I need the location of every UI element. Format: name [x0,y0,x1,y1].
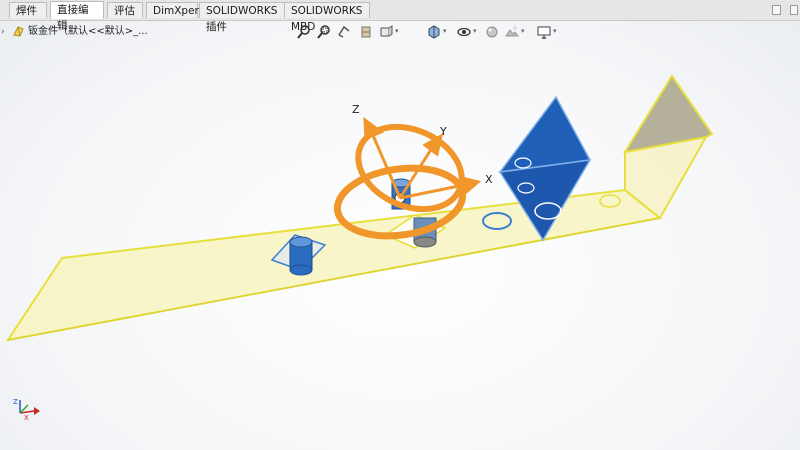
command-manager-tabs: 焊件 直接编辑 评估 DimXpert SOLIDWORKS 插件 SOLIDW… [0,0,800,33]
edit-appearance-icon[interactable] [483,22,501,42]
zoom-to-fit-icon[interactable] [295,22,313,42]
triad-y-label: Y [439,125,447,138]
previous-view-icon[interactable] [335,22,353,42]
zoom-to-area-icon[interactable] [315,22,333,42]
triad-z-label: Z [352,103,360,116]
tab-dimxpert[interactable]: DimXpert [146,2,203,18]
section-view-icon[interactable] [357,22,375,42]
chevron-down-icon[interactable]: ▾ [395,27,399,35]
gusset-face-left[interactable] [498,95,592,173]
model-scene[interactable]: Z Y X Z X [0,0,800,450]
tab-solidworks-addins[interactable]: SOLIDWORKS 插件 [199,2,285,33]
triad-x-label: X [485,173,493,186]
tab-evaluate[interactable]: 评估 [107,2,143,18]
svg-text:Z: Z [13,398,18,406]
close-window-button[interactable] [790,5,798,15]
chevron-down-icon[interactable]: ▾ [443,27,447,35]
chevron-down-icon[interactable]: ▾ [521,27,525,35]
apply-scene-icon[interactable] [503,22,521,42]
sheet-metal-part-icon [13,26,24,37]
view-orientation-icon[interactable] [377,22,395,42]
chevron-down-icon[interactable]: ▾ [473,27,477,35]
display-style-icon[interactable] [425,22,443,42]
part-name-label[interactable]: 钣金件（默认<<默认>_... [28,24,148,40]
restore-window-button[interactable] [772,5,781,15]
graphics-area[interactable]: Z Y X Z X 焊件 直接编辑 评估 DimXpert SOLIDWORKS… [0,0,800,450]
tab-solidworks-mbd[interactable]: SOLIDWORKS MBD [284,2,370,33]
sheet-metal-base-face[interactable] [5,188,663,342]
chevron-right-icon[interactable]: › [1,24,5,40]
tab-weldments[interactable]: 焊件 [9,2,47,18]
tab-direct-editing[interactable]: 直接编辑 [50,1,104,32]
hide-show-items-icon[interactable] [455,22,473,42]
svg-text:X: X [24,414,29,422]
reference-triad: Z X [13,398,40,422]
chevron-down-icon[interactable]: ▾ [553,27,557,35]
view-settings-icon[interactable] [535,22,553,42]
